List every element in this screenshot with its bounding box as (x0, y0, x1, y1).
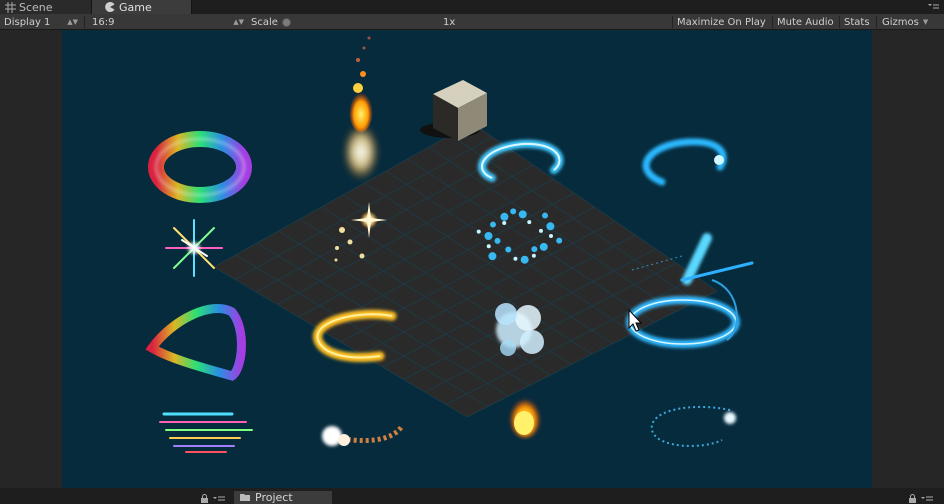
dotted-arc-effect (650, 405, 736, 447)
scale-value: 1x (443, 16, 456, 28)
aspect-label: 16:9 (92, 16, 115, 28)
tab-game-label: Game (119, 0, 152, 14)
toolbar-divider (839, 16, 840, 28)
letterbox-right (872, 30, 944, 488)
cube-object (420, 80, 487, 141)
dropdown-arrow-icon: ▲▼ (67, 18, 78, 26)
gizmos-dropdown[interactable]: Gizmos ▼ (882, 14, 940, 30)
lock-icon[interactable] (200, 493, 209, 503)
toolbar-divider (876, 16, 877, 28)
tab-scene-label: Scene (19, 0, 53, 14)
game-scene (145, 36, 754, 453)
cyan-arc-effect (642, 138, 727, 186)
game-viewport[interactable] (62, 30, 872, 488)
tab-menu-icon[interactable] (926, 1, 940, 13)
tab-menu-icon[interactable] (212, 493, 226, 502)
tab-project-label: Project (255, 491, 293, 504)
fireball-effect (509, 394, 541, 438)
dropdown-arrow-icon: ▼ (922, 18, 929, 26)
aspect-dropdown[interactable]: 16:9 ▲▼ (92, 14, 244, 30)
tab-project[interactable]: Project (234, 491, 332, 504)
maximize-on-play-toggle[interactable]: Maximize On Play (677, 14, 766, 30)
fire-column-effect (343, 36, 379, 180)
game-pacman-icon (104, 1, 116, 13)
scene-grid-icon (4, 1, 16, 13)
mute-audio-label: Mute Audio (777, 16, 834, 28)
mute-audio-toggle[interactable]: Mute Audio (777, 14, 834, 30)
scale-slider-thumb[interactable] (281, 17, 291, 27)
grid-floor (213, 122, 718, 418)
bottom-panel-tabs: Project (0, 488, 944, 504)
toolbar-divider (672, 16, 673, 28)
scale-label: Scale (251, 16, 278, 28)
display-label: Display 1 (4, 16, 51, 28)
display-dropdown[interactable]: Display 1 ▲▼ (4, 14, 82, 30)
tab-scene[interactable]: Scene (0, 0, 92, 14)
toolbar-divider (84, 16, 85, 28)
tab-menu-icon[interactable] (920, 493, 934, 502)
comet-trail-effect (322, 424, 405, 446)
scale-slider[interactable]: Scale 1x (251, 14, 455, 30)
toolbar-divider (772, 16, 773, 28)
dropdown-arrow-icon: ▲▼ (233, 18, 244, 26)
rainbow-torus-effect (148, 131, 252, 203)
sparkle-burst-effect (165, 219, 223, 277)
maximize-on-play-label: Maximize On Play (677, 16, 766, 28)
tab-game[interactable]: Game (92, 0, 192, 14)
folder-icon (240, 491, 250, 504)
lock-icon[interactable] (908, 493, 917, 503)
rainbow-ribbon-effect (145, 303, 246, 381)
editor-tab-bar: Scene Game (0, 0, 944, 14)
color-streak-effect (159, 412, 253, 453)
stats-toggle[interactable]: Stats (844, 14, 870, 30)
gizmos-label: Gizmos (882, 16, 919, 28)
letterbox-left (0, 30, 62, 488)
stats-label: Stats (844, 16, 870, 28)
game-toolbar: Display 1 ▲▼ 16:9 ▲▼ Scale 1x Maximize O… (0, 14, 944, 30)
